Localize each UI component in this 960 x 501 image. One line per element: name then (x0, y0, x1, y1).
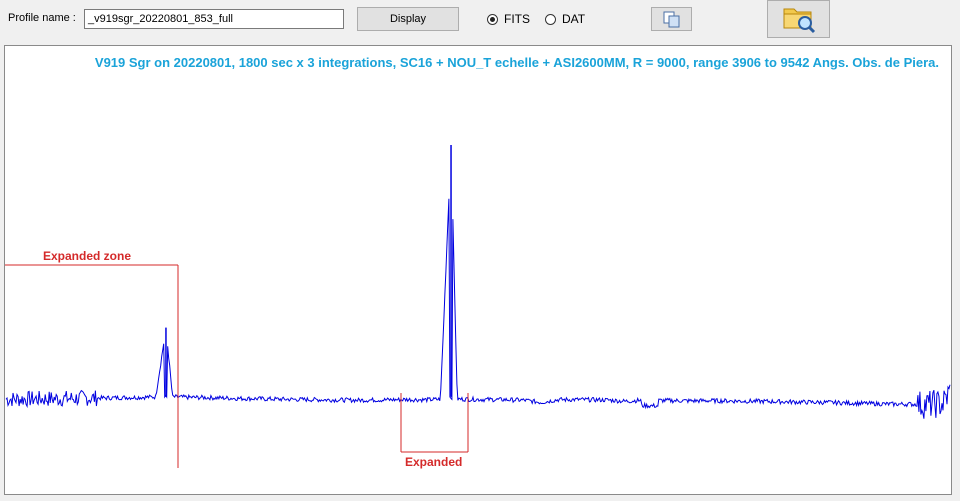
profile-name-input[interactable]: _v919sgr_20220801_853_full (84, 9, 344, 29)
plot-title: V919 Sgr on 20220801, 1800 sec x 3 integ… (94, 55, 939, 70)
dat-radio-dot[interactable] (545, 13, 556, 25)
dat-radio-label: DAT (562, 12, 586, 26)
toolbar: Profile name : _v919sgr_20220801_853_ful… (0, 0, 960, 40)
spectrum-plot: V919 Sgr on 20220801, 1800 sec x 3 integ… (4, 45, 952, 495)
spectrum-svg (5, 145, 951, 468)
fits-radio-label: FITS (504, 12, 530, 26)
copy-icon (663, 11, 680, 28)
folder-search-icon (783, 8, 816, 34)
expanded-label: Expanded (405, 455, 463, 469)
expanded-zone-label: Expanded zone (43, 249, 132, 263)
profile-name-label: Profile name : (8, 12, 76, 24)
spectrum-line (5, 198, 951, 419)
fits-radio-dot[interactable] (487, 13, 498, 25)
display-button[interactable]: Display (357, 7, 459, 31)
copy-button[interactable] (651, 7, 692, 31)
fits-radio[interactable]: FITS (487, 11, 530, 27)
dat-radio[interactable]: DAT (545, 11, 585, 27)
open-folder-button[interactable] (767, 0, 830, 38)
